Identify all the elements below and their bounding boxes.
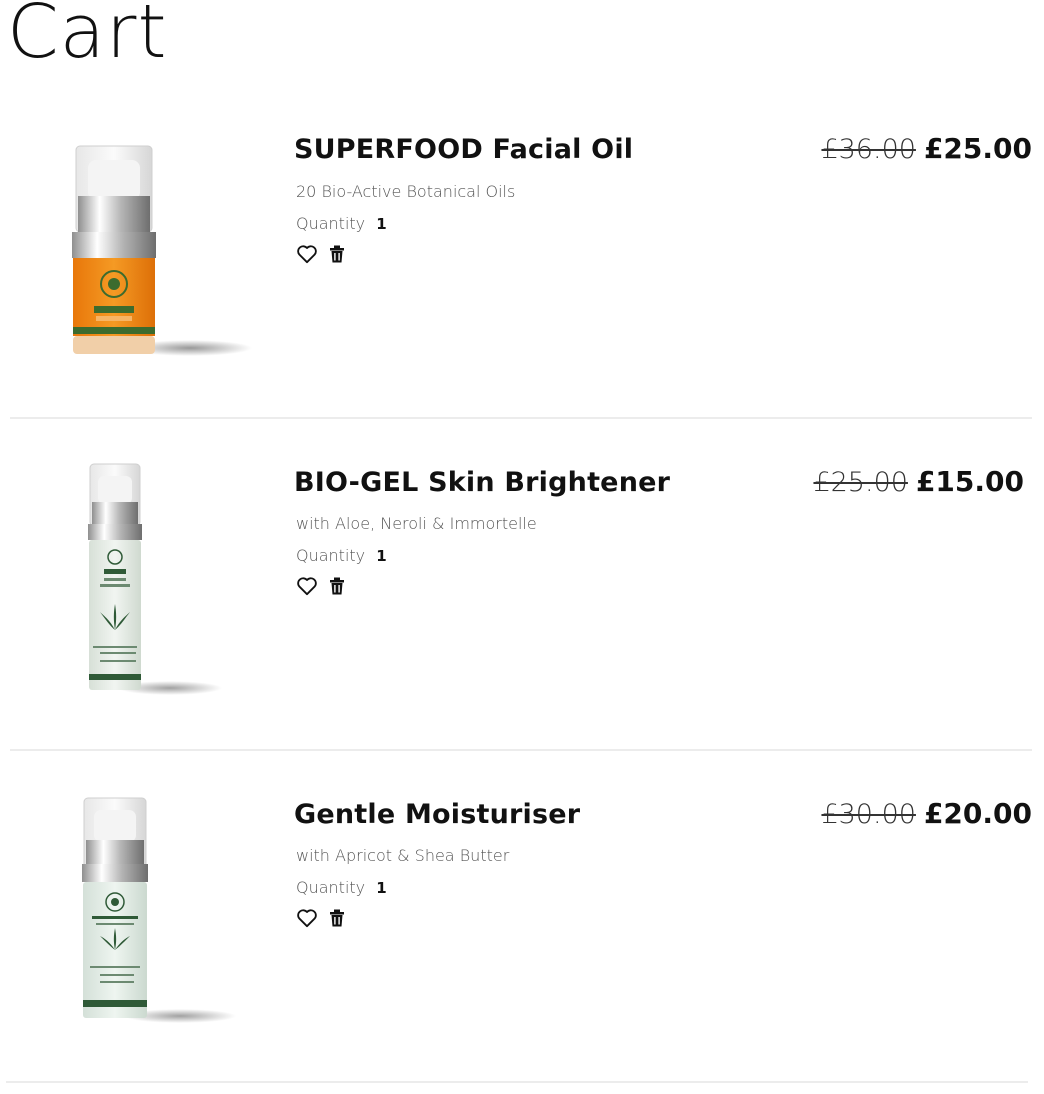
item-actions	[296, 907, 348, 929]
trash-icon[interactable]	[326, 243, 348, 265]
cart-item: BIO-GEL Skin Brightener with Aloe, Nerol…	[0, 420, 1044, 752]
quantity-label: Quantity	[296, 214, 366, 233]
price-block: £30.00 £20.00	[821, 797, 1032, 830]
quantity-row: Quantity 1	[296, 546, 387, 565]
quantity-row: Quantity 1	[296, 214, 387, 233]
item-divider	[10, 417, 1032, 419]
product-subtitle: 20 Bio-Active Botanical Oils	[296, 182, 516, 201]
price-block: £36.00 £25.00	[821, 132, 1032, 165]
trash-icon[interactable]	[326, 907, 348, 929]
product-name[interactable]: SUPERFOOD Facial Oil	[294, 134, 633, 165]
price-original: £25.00	[813, 467, 908, 498]
quantity-label: Quantity	[296, 878, 366, 897]
item-actions	[296, 243, 348, 265]
quantity-value[interactable]: 1	[376, 215, 386, 233]
price-sale: £20.00	[923, 797, 1032, 830]
product-subtitle: with Apricot & Shea Butter	[296, 846, 510, 865]
trash-icon[interactable]	[326, 575, 348, 597]
quantity-label: Quantity	[296, 546, 366, 565]
cart-item: Gentle Moisturiser with Apricot & Shea B…	[0, 752, 1044, 1084]
heart-icon[interactable]	[296, 243, 318, 265]
product-subtitle: with Aloe, Neroli & Immortelle	[296, 514, 537, 533]
price-original: £36.00	[821, 134, 916, 165]
quantity-row: Quantity 1	[296, 878, 387, 897]
item-actions	[296, 575, 348, 597]
heart-icon[interactable]	[296, 907, 318, 929]
price-block: £25.00 £15.00	[813, 465, 1024, 498]
cart-list: SUPERFOOD Facial Oil 20 Bio-Active Botan…	[0, 88, 1044, 1084]
quantity-value[interactable]: 1	[376, 547, 386, 565]
price-original: £30.00	[821, 799, 916, 830]
heart-icon[interactable]	[296, 575, 318, 597]
product-name[interactable]: Gentle Moisturiser	[294, 799, 580, 830]
item-divider	[10, 749, 1032, 751]
product-image[interactable]	[40, 138, 260, 398]
item-divider	[6, 1081, 1028, 1083]
price-sale: £25.00	[923, 132, 1032, 165]
cart-item: SUPERFOOD Facial Oil 20 Bio-Active Botan…	[0, 88, 1044, 420]
page-title: Cart	[7, 0, 168, 75]
product-image[interactable]	[40, 460, 260, 720]
product-name[interactable]: BIO-GEL Skin Brightener	[294, 467, 670, 498]
price-sale: £15.00	[915, 465, 1024, 498]
quantity-value[interactable]: 1	[376, 879, 386, 897]
product-image[interactable]	[40, 794, 260, 1054]
